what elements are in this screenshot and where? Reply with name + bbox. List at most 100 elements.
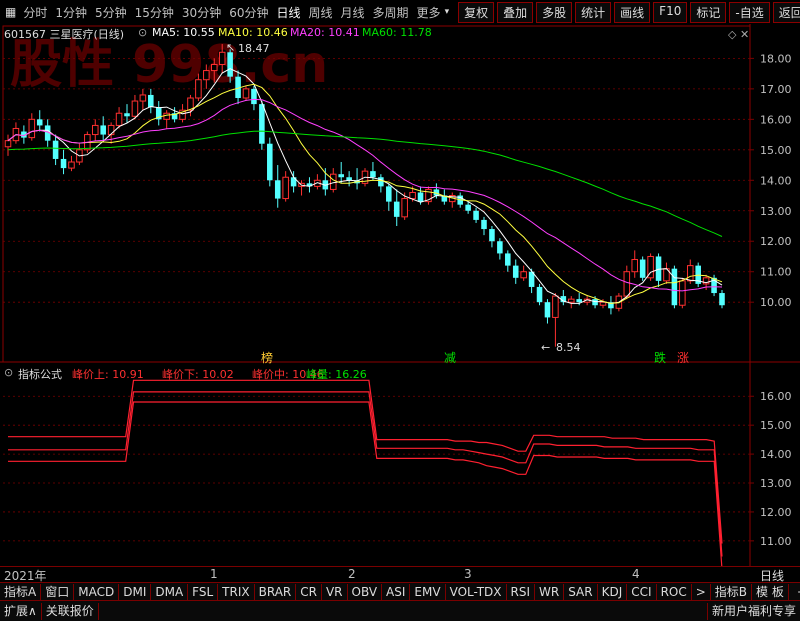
- month-label: 3: [464, 567, 472, 581]
- indicator-tab[interactable]: 指标A: [0, 583, 42, 601]
- candle: [671, 265, 678, 309]
- low-annotation: ← 8.54: [541, 341, 581, 354]
- price-tick: 11.00: [760, 266, 792, 279]
- indicator-tab[interactable]: MACD: [74, 583, 120, 601]
- indicator-tick: 13.00: [760, 477, 792, 490]
- indicator-tab[interactable]: TRIX: [218, 583, 255, 601]
- price-tick: 18.00: [760, 52, 792, 65]
- price-tick: 13.00: [760, 205, 792, 218]
- indicator-tab[interactable]: WR: [535, 583, 565, 601]
- period-tab[interactable]: 周线: [305, 4, 337, 21]
- period-tabs: 分时 1分钟 5分钟 15分钟 30分钟 60分钟 日线 周线 月线 多周期 更多: [19, 4, 444, 21]
- indicator-tab[interactable]: CCI: [627, 583, 657, 601]
- toolbar-button[interactable]: -自选: [729, 1, 770, 23]
- candle: [647, 253, 654, 281]
- period-tab[interactable]: 月线: [337, 4, 369, 21]
- month-label: 2: [348, 567, 356, 581]
- indicator-tab[interactable]: BRAR: [255, 583, 297, 601]
- indicator-tab[interactable]: 窗口: [41, 583, 75, 601]
- chart-area[interactable]: 股性 998.cn 18.00 17.00 16.00 15.00 14.00 13.00…: [0, 24, 800, 566]
- promo-link[interactable]: 新用户福利专享: [706, 602, 800, 620]
- period-tab[interactable]: 更多: [413, 4, 445, 21]
- toolbar-menu-icon[interactable]: ▦: [0, 5, 19, 19]
- indicator-tick: 11.00: [760, 535, 792, 548]
- close-icon[interactable]: ✕: [740, 28, 749, 41]
- signal-marker: 减: [444, 351, 457, 365]
- toolbar-button[interactable]: 返回: [772, 1, 800, 23]
- price-tick: 12.00: [760, 235, 792, 248]
- indicator-tab[interactable]: DMA: [151, 583, 189, 601]
- period-tab[interactable]: 1分钟: [51, 4, 91, 21]
- indicator-tab[interactable]: DMI: [119, 583, 152, 601]
- toolbar-button[interactable]: 叠加: [497, 1, 534, 23]
- period-tab[interactable]: 5分钟: [91, 4, 131, 21]
- ma60-label: MA60: 11.78: [362, 26, 432, 39]
- toolbar-button[interactable]: 画线: [614, 1, 651, 23]
- indicator-tab[interactable]: OBV: [348, 583, 383, 601]
- toolbar-button[interactable]: F10: [653, 1, 688, 23]
- ma20-label: MA20: 10.41: [290, 26, 360, 39]
- indicator-tab[interactable]: VOL-TDX: [446, 583, 507, 601]
- indicator-tab[interactable]: RSI: [507, 583, 536, 601]
- indicator-tab[interactable]: FSL: [188, 583, 219, 601]
- high-annotation: ↖ 18.47: [226, 41, 270, 55]
- indicator-tab[interactable]: CR: [296, 583, 322, 601]
- indicator-tabs: 指标A 窗口 MACD DMI DMA FSL TRIX BRAR CR VR OBV ASI EMV V…: [0, 582, 800, 601]
- signal-marker: 跌: [654, 351, 667, 365]
- upper-label: 峰价上: 10.91: [72, 368, 144, 381]
- candle: [425, 186, 432, 205]
- price-tick: 10.00: [760, 296, 792, 309]
- indicator-tab[interactable]: ROC: [657, 583, 692, 601]
- period-tab[interactable]: 15分钟: [131, 4, 178, 21]
- indicator-tab[interactable]: SAR: [564, 583, 598, 601]
- indicator-title: 指标公式: [18, 368, 62, 381]
- legend-collapse-icon[interactable]: ⊙: [138, 26, 147, 39]
- signal-marker: 榜: [261, 351, 274, 365]
- candle: [639, 256, 646, 281]
- period-toolbar: ▦ 分时 1分钟 5分钟 15分钟 30分钟 60分钟 日线 周线 月线 多周期 更多 ▾ 复权 叠加…: [0, 0, 800, 25]
- indicator-tab[interactable]: VR: [322, 583, 348, 601]
- svg-text:18.47: 18.47: [238, 42, 270, 55]
- volume-label: 峰量: 16.26: [306, 368, 367, 381]
- indicator-tab[interactable]: ASI: [382, 583, 411, 601]
- month-label: 1: [210, 567, 218, 581]
- more-dropdown-icon[interactable]: ▾: [445, 7, 450, 17]
- indicator-tab[interactable]: 模 板: [752, 583, 789, 601]
- toolbar-button[interactable]: 统计: [575, 1, 612, 23]
- indicator-tab[interactable]: KDJ: [598, 583, 628, 601]
- period-tab[interactable]: 60分钟: [225, 4, 272, 21]
- signal-marker: 涨: [677, 351, 690, 365]
- svg-text:↖: ↖: [226, 41, 235, 54]
- right-toolbar-buttons: 复权 叠加 多股 统计 画线 F10 标记 -自选 返回: [455, 1, 800, 23]
- svg-text:8.54: 8.54: [556, 341, 581, 354]
- period-tab[interactable]: 30分钟: [178, 4, 225, 21]
- svg-text:←: ←: [541, 341, 550, 354]
- quote-button[interactable]: 关联报价: [42, 602, 99, 620]
- stock-title: 601567 三星医疗(日线): [4, 28, 125, 41]
- toolbar-button[interactable]: 复权: [458, 1, 495, 23]
- indicator-collapse-icon[interactable]: ⊙: [4, 366, 13, 379]
- month-label: 4: [632, 567, 640, 581]
- indicator-tab[interactable]: >: [692, 583, 711, 601]
- ma10-label: MA10: 10.46: [218, 26, 288, 39]
- period-tab[interactable]: 日线: [272, 4, 304, 21]
- add-window-button[interactable]: +: [789, 584, 800, 601]
- price-tick: 16.00: [760, 113, 792, 126]
- indicator-tab[interactable]: EMV: [410, 583, 446, 601]
- watermark: 股性 998.cn: [10, 35, 328, 95]
- price-tick: 17.00: [760, 83, 792, 96]
- indicator-tick: 14.00: [760, 448, 792, 461]
- lower-label: 峰价下: 10.02: [162, 368, 234, 381]
- indicator-tick: 12.00: [760, 506, 792, 519]
- price-tick: 14.00: [760, 174, 792, 187]
- toolbar-button[interactable]: 多股: [536, 1, 573, 23]
- status-bar: 扩展∧ 关联报价 新用户福利专享: [0, 600, 800, 621]
- period-tab[interactable]: 分时: [19, 4, 51, 21]
- expand-button[interactable]: 扩展∧: [0, 602, 42, 620]
- candle: [536, 283, 543, 306]
- diamond-icon[interactable]: ◇: [728, 28, 737, 41]
- toolbar-button[interactable]: 标记: [690, 1, 727, 23]
- indicator-tab[interactable]: 指标B: [711, 583, 753, 601]
- indicator-tick: 16.00: [760, 390, 792, 403]
- period-tab[interactable]: 多周期: [369, 4, 413, 21]
